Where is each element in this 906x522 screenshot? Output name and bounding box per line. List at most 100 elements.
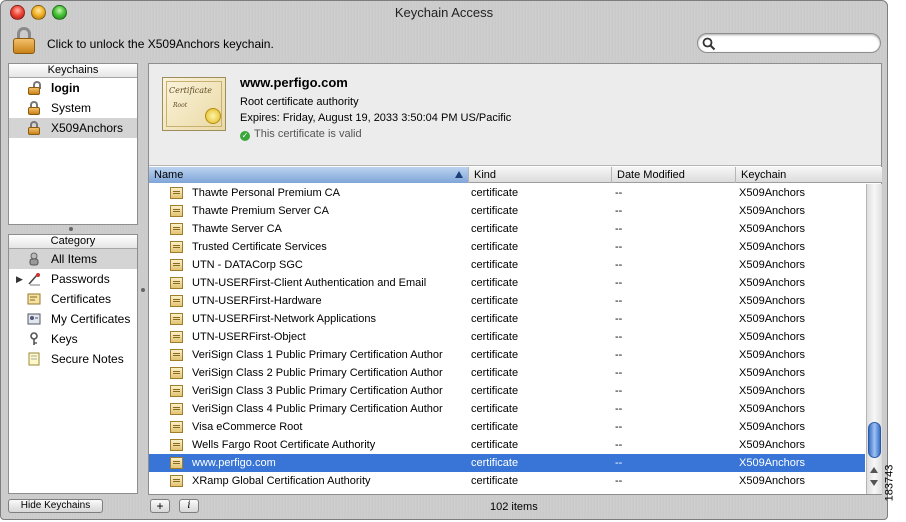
cell-name: VeriSign Class 3 Public Primary Certific… xyxy=(192,385,443,397)
keychains-panel: Keychains login System X509Anchors xyxy=(8,63,138,225)
table-row[interactable]: XRamp Global Certification Authority cert… xyxy=(149,472,865,490)
cell-keychain: X509Anchors xyxy=(739,367,806,379)
category-item-label: All Items xyxy=(51,252,98,266)
cell-date-modified: -- xyxy=(615,187,623,199)
scroll-down-arrow-icon[interactable] xyxy=(870,480,878,486)
certificate-icon xyxy=(170,223,183,235)
vertical-scrollbar[interactable] xyxy=(866,184,882,494)
category-item-my-certificates[interactable]: My Certificates xyxy=(9,309,137,329)
certificates-icon xyxy=(27,292,41,306)
cell-keychain: X509Anchors xyxy=(739,331,806,343)
category-item-label: Secure Notes xyxy=(51,352,124,366)
cell-name: Thawte Personal Premium CA xyxy=(192,187,340,199)
cell-kind: certificate xyxy=(471,439,519,451)
column-header-keychain[interactable]: Keychain xyxy=(736,167,882,183)
certificate-image-subtitle: Root xyxy=(173,102,188,109)
table-row[interactable]: Thawte Premium Server CA certificate -- X50… xyxy=(149,202,865,220)
table-row[interactable]: Wells Fargo Root Certificate Authority ce… xyxy=(149,436,865,454)
certificate-icon xyxy=(170,277,183,289)
disclosure-triangle-icon[interactable]: ▶ xyxy=(16,269,23,289)
search-input[interactable] xyxy=(720,36,875,50)
certificate-icon xyxy=(170,403,183,415)
search-field[interactable] xyxy=(697,33,881,53)
keychain-item-login[interactable]: login xyxy=(9,78,137,98)
table-row[interactable]: VeriSign Class 2 Public Primary Certific… xyxy=(149,364,865,382)
table-row[interactable]: Visa eCommerce Root certificate -- X509Anch… xyxy=(149,418,865,436)
cell-date-modified: -- xyxy=(615,295,623,307)
add-item-button[interactable]: + xyxy=(150,499,170,513)
table-row[interactable]: VeriSign Class 3 Public Primary Certific… xyxy=(149,382,865,400)
scrollbar-thumb[interactable] xyxy=(868,422,881,458)
secure-notes-icon xyxy=(27,352,41,366)
table-row[interactable]: www.perfigo.com certificate -- X509Anchors xyxy=(149,454,865,472)
cell-date-modified: -- xyxy=(615,259,623,271)
table-row[interactable]: Thawte Personal Premium CA certificate -- X… xyxy=(149,184,865,202)
category-item-label: Keys xyxy=(51,332,78,346)
certificate-image-title: Certificate xyxy=(169,86,212,95)
lock-icon xyxy=(27,101,41,115)
keys-icon xyxy=(27,332,41,346)
category-item-all-items[interactable]: All Items xyxy=(9,249,137,269)
table-row[interactable]: UTN - DATACorp SGC certificate -- X509Ancho… xyxy=(149,256,865,274)
category-item-label: My Certificates xyxy=(51,312,131,326)
keychain-item-x509anchors[interactable]: X509Anchors xyxy=(9,118,137,138)
table-row[interactable]: UTN-USERFirst-Client Authentication and … xyxy=(149,274,865,292)
certificate-icon xyxy=(170,439,183,451)
cell-date-modified: -- xyxy=(615,223,623,235)
cell-name: XRamp Global Certification Authority xyxy=(192,475,371,487)
cell-keychain: X509Anchors xyxy=(739,475,806,487)
category-item-passwords[interactable]: ▶ Passwords xyxy=(9,269,137,289)
cell-keychain: X509Anchors xyxy=(739,439,806,451)
column-header-date-modified[interactable]: Date Modified xyxy=(612,167,736,183)
cell-name: Thawte Premium Server CA xyxy=(192,205,329,217)
keychains-header: Keychains xyxy=(9,64,137,78)
get-info-button[interactable]: i xyxy=(179,499,199,513)
cell-name: VeriSign Class 1 Public Primary Certific… xyxy=(192,349,443,361)
lock-icon xyxy=(27,121,41,135)
sort-ascending-icon xyxy=(455,171,463,178)
cell-kind: certificate xyxy=(471,259,519,271)
certificate-icon xyxy=(170,457,183,469)
certificate-icon xyxy=(170,241,183,253)
cell-date-modified: -- xyxy=(615,385,623,397)
cell-kind: certificate xyxy=(471,367,519,379)
table-row[interactable]: Thawte Server CA certificate -- X509Anchors xyxy=(149,220,865,238)
cell-kind: certificate xyxy=(471,403,519,415)
table-row[interactable]: VeriSign Class 4 Public Primary Certific… xyxy=(149,400,865,418)
keychain-item-system[interactable]: System xyxy=(9,98,137,118)
cell-name: Visa eCommerce Root xyxy=(192,421,303,433)
valid-check-icon: ✓ xyxy=(240,131,250,141)
figure-id-label: 183743 xyxy=(883,464,896,502)
category-item-secure-notes[interactable]: Secure Notes xyxy=(9,349,137,369)
table-row[interactable]: UTN-USERFirst-Object certificate -- X509Anc… xyxy=(149,328,865,346)
lock-icon[interactable] xyxy=(13,27,37,55)
cell-name: UTN-USERFirst-Hardware xyxy=(192,295,322,307)
category-item-certificates[interactable]: Certificates xyxy=(9,289,137,309)
table-row[interactable]: UTN-USERFirst-Network Applications certif… xyxy=(149,310,865,328)
cell-name: Wells Fargo Root Certificate Authority xyxy=(192,439,376,451)
certificate-detail: Certificate Root www.perfigo.com Root ce… xyxy=(149,64,881,166)
certificate-name: www.perfigo.com xyxy=(240,75,348,90)
table-row[interactable]: UTN-USERFirst-Hardware certificate -- X509A… xyxy=(149,292,865,310)
category-item-keys[interactable]: Keys xyxy=(9,329,137,349)
certificate-icon xyxy=(170,349,183,361)
passwords-icon xyxy=(27,272,41,286)
cell-kind: certificate xyxy=(471,295,519,307)
column-header-name[interactable]: Name xyxy=(149,167,469,183)
cell-date-modified: -- xyxy=(615,313,623,325)
cell-kind: certificate xyxy=(471,205,519,217)
cell-name: UTN-USERFirst-Object xyxy=(192,331,306,343)
certificate-icon xyxy=(170,421,183,433)
table-row[interactable]: Trusted Certificate Services certificate -… xyxy=(149,238,865,256)
column-header-kind[interactable]: Kind xyxy=(469,167,612,183)
items-table: Name Kind Date Modified Keychain Thawte … xyxy=(149,167,882,494)
sidebar-splitter-handle[interactable] xyxy=(69,227,73,231)
category-panel: Category All Items ▶ Passwords Certifica… xyxy=(8,234,138,494)
vertical-splitter[interactable] xyxy=(138,63,148,495)
table-row[interactable]: VeriSign Class 1 Public Primary Certific… xyxy=(149,346,865,364)
scroll-up-arrow-icon[interactable] xyxy=(870,467,878,473)
hide-keychains-button[interactable]: Hide Keychains xyxy=(8,499,103,513)
certificate-status-text: This certificate is valid xyxy=(254,128,362,140)
cell-date-modified: -- xyxy=(615,367,623,379)
cell-date-modified: -- xyxy=(615,457,623,469)
